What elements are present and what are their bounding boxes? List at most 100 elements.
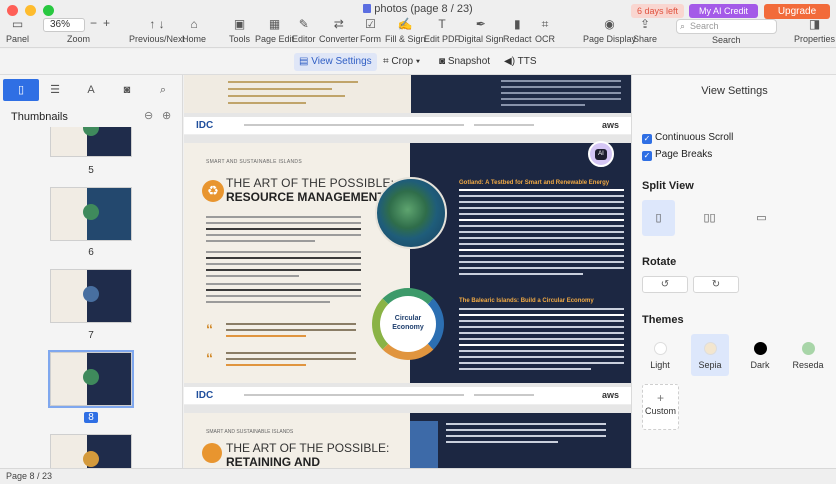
ocr-label: OCR: [535, 34, 555, 44]
ai-credit-button[interactable]: My AI Credit: [689, 4, 758, 18]
rotate-right-button[interactable]: ↻: [693, 276, 739, 293]
current-page: SMART AND SUSTAINABLE ISLANDS ♻ THE ART …: [184, 143, 631, 383]
next-title-line2: RETAINING AND: [226, 455, 320, 468]
zoom-label: Zoom: [67, 34, 91, 44]
idc-logo: IDC: [196, 390, 214, 401]
checkmark-icon: ✓: [642, 151, 652, 161]
redact-label: Redact: [503, 34, 532, 44]
zoom-out-button[interactable]: −: [90, 17, 97, 33]
thumbnail-page-7[interactable]: [50, 269, 132, 323]
snapshot-label: Snapshot: [447, 56, 491, 67]
form-button[interactable]: ☑ Form: [360, 18, 381, 45]
badge-icon: [202, 443, 222, 463]
tools-button[interactable]: ▣ Tools: [229, 18, 251, 45]
section-tag: SMART AND SUSTAINABLE ISLANDS: [206, 429, 294, 435]
document-viewer[interactable]: IDC aws SMART AND SUSTAINABLE ISLANDS ♻ …: [184, 75, 631, 468]
page-indicator: Page 8 / 23: [6, 471, 53, 481]
minus-icon: −: [90, 16, 98, 30]
home-label: Home: [182, 34, 207, 44]
snapshot-button[interactable]: ◙ Snapshot: [434, 53, 495, 71]
tts-button[interactable]: ◀) TTS: [499, 53, 542, 71]
split-vertical-button[interactable]: ▯▯: [693, 200, 726, 236]
page-display-button[interactable]: ◉ Page Display: [583, 18, 636, 45]
trial-badge[interactable]: 6 days left: [631, 4, 684, 18]
share-button[interactable]: ⇪ Share: [633, 18, 657, 45]
view-settings-button[interactable]: ▤ View Settings: [294, 53, 377, 71]
panel-tabs: ▯ ☰ A ◙ ⌕: [0, 77, 183, 103]
zoom-in-icon: ⊕: [162, 110, 172, 122]
tab-search[interactable]: ⌕: [145, 79, 181, 101]
theme-label: Light: [650, 360, 670, 370]
title-toolbar: photos (page 8 / 23) 6 days left My AI C…: [0, 0, 836, 48]
thumbnail-page-6[interactable]: [50, 187, 132, 241]
theme-swatch: [703, 342, 717, 355]
search-label: Search: [712, 35, 741, 45]
split-view-heading: Split View: [642, 180, 694, 192]
theme-dark[interactable]: Dark: [741, 334, 779, 376]
next-page-top: SMART AND SUSTAINABLE ISLANDS THE ART OF…: [184, 413, 631, 468]
crop-button[interactable]: ⌗ Crop ▾: [378, 53, 425, 71]
panel-button[interactable]: ▭ Panel: [6, 18, 30, 45]
tools-label: Tools: [229, 34, 251, 44]
view-settings-title: View Settings: [701, 85, 768, 97]
theme-sepia[interactable]: Sepia: [691, 334, 729, 376]
thumbnail-number-selected: 8: [50, 412, 132, 423]
rotate-left-button[interactable]: ↺: [642, 276, 688, 293]
rotate-heading: Rotate: [642, 256, 677, 268]
editor-button[interactable]: ✎ Editor: [292, 18, 316, 45]
properties-button[interactable]: ◨ Properties: [794, 17, 836, 45]
prev-next-button[interactable]: ↑ ↓ Previous/Next: [129, 18, 185, 45]
edit-pdf-button[interactable]: T Edit PDF: [424, 18, 461, 45]
page-edit-button[interactable]: ▦ Page Edit: [255, 18, 294, 45]
continuous-scroll-label: Continuous Scroll: [655, 132, 734, 143]
ai-assistant-button[interactable]: AI: [588, 141, 614, 167]
convert-icon: ⇄: [333, 17, 344, 31]
split-single-button[interactable]: ▯: [642, 200, 675, 236]
zoom-select[interactable]: 36%: [43, 18, 85, 32]
properties-label: Properties: [794, 34, 836, 44]
search-input[interactable]: ⌕ Search: [676, 19, 777, 34]
ocr-button[interactable]: ⌗ OCR: [535, 17, 555, 45]
redact-button[interactable]: ▮ Redact: [503, 18, 532, 45]
continuous-scroll-checkbox[interactable]: ✓ Continuous Scroll: [642, 132, 733, 144]
page-breaks-checkbox[interactable]: ✓ Page Breaks: [642, 149, 712, 161]
page-title-line2: RESOURCE MANAGEMENT: [226, 190, 385, 204]
aws-logo: aws: [601, 390, 619, 400]
home-button[interactable]: ⌂ Home: [182, 18, 207, 45]
tab-annotations[interactable]: A: [73, 79, 109, 101]
zoom-in-button[interactable]: +: [103, 17, 110, 33]
page-title-line1: THE ART OF THE POSSIBLE:: [226, 176, 395, 190]
custom-theme-button[interactable]: + Custom: [642, 384, 679, 430]
tts-label: TTS: [517, 56, 537, 67]
digital-sign-button[interactable]: ✒ Digital Sign: [458, 17, 504, 45]
theme-swatch: [801, 342, 815, 355]
thumbnail-number: 6: [88, 247, 94, 258]
thumb-zoom-in-button[interactable]: ⊕: [162, 109, 171, 122]
split-horizontal-button[interactable]: ▭: [745, 200, 778, 236]
tab-outline[interactable]: ☰: [37, 79, 73, 101]
balearic-heading: The Balearic Islands: Build a Circular E…: [459, 298, 594, 304]
status-bar: Page 8 / 23: [0, 468, 836, 484]
theme-light[interactable]: Light: [641, 334, 679, 376]
converter-button[interactable]: ⇄ Converter: [319, 17, 359, 45]
page-icon: ▯: [17, 84, 25, 96]
thumbnail-page-5[interactable]: [50, 127, 132, 157]
edit-pdf-label: Edit PDF: [424, 34, 461, 44]
thumbnail-page-8[interactable]: [48, 350, 134, 408]
island-photo: [375, 177, 447, 249]
theme-reseda[interactable]: Reseda: [789, 334, 827, 376]
tab-thumbnails[interactable]: ▯: [3, 79, 39, 101]
tab-snapshots[interactable]: ◙: [109, 79, 145, 101]
thumb-zoom-out-button[interactable]: ⊖: [144, 109, 153, 122]
thumbnail-page-9[interactable]: [50, 434, 132, 468]
signature-icon: ✒: [475, 17, 486, 31]
upgrade-button[interactable]: Upgrade: [764, 4, 830, 19]
ocr-scan-icon: ⌗: [541, 17, 549, 31]
selected-page-number: 8: [84, 412, 98, 423]
rotate-left-icon: ↺: [660, 279, 670, 290]
panel-label: Panel: [6, 34, 30, 44]
crop-label: Crop: [391, 56, 414, 67]
fill-sign-button[interactable]: ✍ Fill & Sign: [385, 18, 426, 45]
quote-icon: “: [206, 350, 213, 366]
properties-panel-icon: ◨: [808, 17, 821, 31]
